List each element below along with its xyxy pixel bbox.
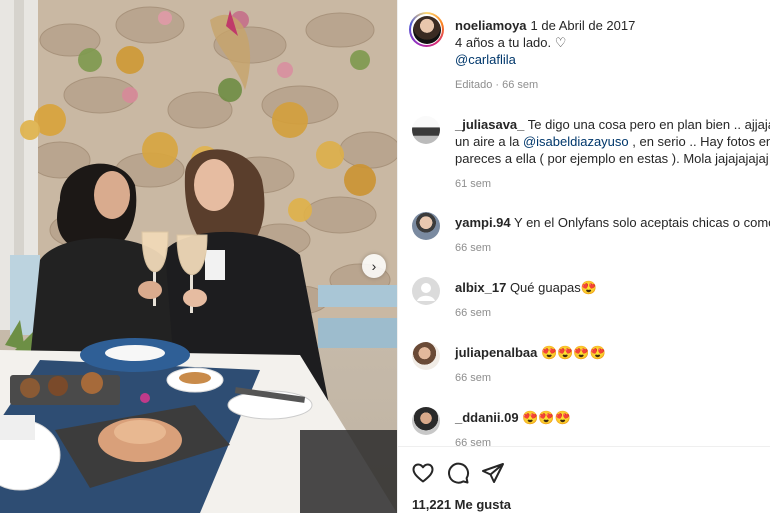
post-date: 1 de Abril de 2017	[530, 18, 636, 33]
likes-count[interactable]: 11,221 Me gusta	[412, 497, 511, 512]
comment-item: _ddanii.09 😍😍😍 66 sem	[398, 405, 770, 449]
comment-mention[interactable]: @isabeldiazayuso	[523, 134, 629, 149]
comment-item: albix_17 Qué guapas😍 66 sem	[398, 275, 770, 325]
default-user-icon	[417, 283, 435, 301]
author-avatar[interactable]	[409, 12, 444, 47]
post-caption-block: noeliamoya 1 de Abril de 2017 4 años a tu…	[398, 0, 770, 100]
commenter-username[interactable]: _juliasava_	[455, 117, 524, 132]
commenter-avatar[interactable]	[412, 277, 440, 305]
commenter-username[interactable]: _ddanii.09	[455, 410, 519, 425]
caption-mention[interactable]: @carlaflila	[455, 51, 765, 68]
commenter-username[interactable]: juliapenalbaa	[455, 345, 537, 360]
comment-time: 66 sem	[455, 307, 492, 319]
comment-text: yampi.94 Y en el Onlyfans solo aceptais …	[455, 215, 770, 230]
comment-time: 61 sem	[455, 178, 492, 190]
author-avatar-image	[412, 15, 441, 44]
commenter-avatar[interactable]	[412, 407, 440, 435]
comment-text: _ddanii.09 😍😍😍	[455, 410, 571, 425]
paper-plane-icon[interactable]	[481, 461, 505, 485]
comment-text: _juliasava_ Te digo una cosa pero en pla…	[455, 117, 770, 166]
photo-illustration	[0, 0, 397, 513]
comment-text: albix_17 Qué guapas😍	[455, 280, 597, 295]
commenter-username[interactable]: yampi.94	[455, 215, 511, 230]
caption-text: 4 años a tu lado. ♡	[455, 35, 567, 50]
comment-item: yampi.94 Y en el Onlyfans solo aceptais …	[398, 210, 770, 260]
commenter-avatar[interactable]	[412, 116, 440, 144]
author-username[interactable]: noeliamoya	[455, 18, 527, 33]
edited-timestamp: Editado · 66 sem	[455, 79, 539, 91]
commenter-username[interactable]: albix_17	[455, 280, 506, 295]
comment-text: juliapenalbaa 😍😍😍😍	[455, 345, 606, 360]
commenter-avatar[interactable]	[412, 212, 440, 240]
chevron-right-icon: ›	[371, 258, 377, 274]
caption: noeliamoya 1 de Abril de 2017 4 años a tu…	[455, 17, 765, 68]
heart-icon[interactable]	[411, 461, 435, 485]
carousel-next-button[interactable]: ›	[362, 254, 386, 278]
comment-time: 66 sem	[455, 372, 492, 384]
action-bar: 11,221 Me gusta	[398, 446, 770, 513]
comment-item: _juliasava_ Te digo una cosa pero en pla…	[398, 112, 770, 192]
comment-item: juliapenalbaa 😍😍😍😍 66 sem	[398, 340, 770, 390]
comment-bubble-icon[interactable]	[446, 461, 470, 485]
comment-time: 66 sem	[455, 242, 492, 254]
post-photo[interactable]: ›	[0, 0, 397, 513]
instagram-post-window: › noeliamoya 1 de Abril de 2017 4 años a …	[0, 0, 770, 513]
comments-panel: noeliamoya 1 de Abril de 2017 4 años a tu…	[397, 0, 770, 513]
commenter-avatar[interactable]	[412, 342, 440, 370]
